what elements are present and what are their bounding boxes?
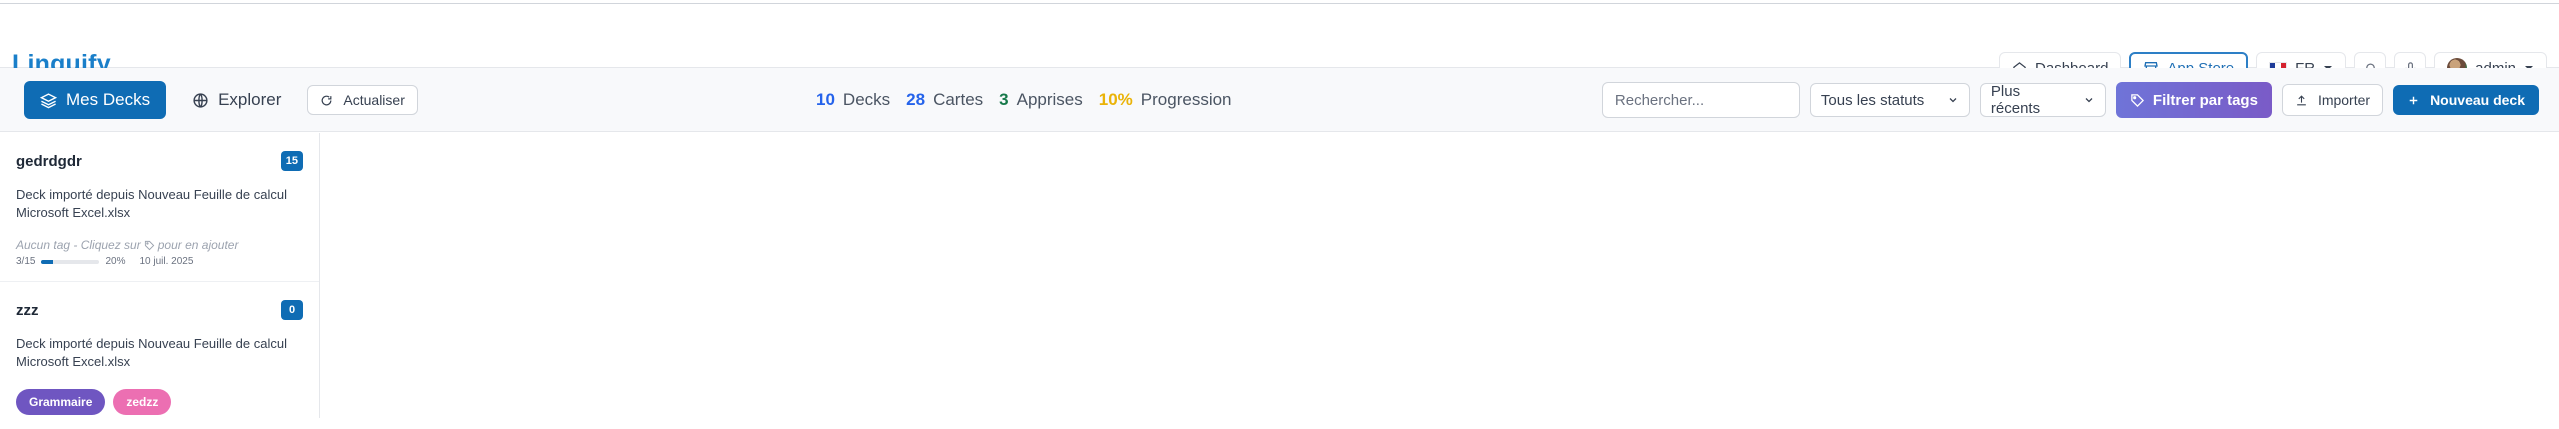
deck-card[interactable]: gedrdgdr 15 Deck importé depuis Nouveau … [0,133,319,282]
deck-tags: Grammaire zedzz [16,389,303,415]
new-deck-label: Nouveau deck [2430,92,2525,108]
toolbar-actions: Tous les statuts Plus récents Filtrer pa… [1601,82,2539,118]
refresh-label: Actualiser [343,92,405,108]
chevron-down-icon [2083,94,2095,106]
globe-icon [192,92,209,109]
stat-value: 28 [906,90,926,109]
plus-icon [2407,94,2420,107]
search-input[interactable] [1601,82,1800,118]
deck-description: Deck importé depuis Nouveau Feuille de c… [16,187,287,220]
tag-chip[interactable]: Grammaire [16,389,106,415]
layers-icon [40,92,57,109]
deck-description: Deck importé depuis Nouveau Feuille de c… [16,336,287,369]
deck-card-count-badge: 15 [280,151,303,171]
deck-stats: 10 Decks 28 Cartes 3 Apprises 10% Progre… [816,90,1232,110]
sort-select[interactable]: Plus récents [1979,83,2106,117]
stat-label: Progression [1140,90,1232,109]
stat-decks: 10 Decks [816,90,890,110]
my-decks-label: Mes Decks [66,90,151,109]
stat-label: Cartes [933,90,984,109]
stat-progress: 10% Progression [1099,90,1232,110]
deck-tag-hint: Aucun tag - Cliquez sur pour en ajouter [16,238,303,252]
deck-tag-hint-text: Aucun tag - Cliquez sur [16,238,141,252]
stat-cards: 28 Cartes [906,90,983,110]
stat-label: Decks [842,90,891,109]
tag-icon[interactable] [144,240,155,251]
deck-name: gedrdgdr [16,153,82,170]
deck-progress: 3/15 20% 10 juil. 2025 [16,256,303,267]
view-switcher: Mes Decks Explorer Actualiser [24,81,418,119]
import-button[interactable]: Importer [2281,84,2384,116]
deck-tag-hint-suffix: pour en ajouter [157,238,239,252]
chevron-down-icon [1947,94,1959,106]
deck-list: gedrdgdr 15 Deck importé depuis Nouveau … [0,133,320,418]
tag-icon [2130,93,2145,108]
explore-label: Explorer [218,90,282,109]
progress-count: 3/15 [16,256,36,267]
deck-date: 10 juil. 2025 [139,256,194,267]
status-filter-select[interactable]: Tous les statuts [1809,83,1970,117]
tag-chip[interactable]: zedzz [113,389,172,415]
refresh-icon [320,94,333,107]
filter-by-tags-label: Filtrer par tags [2152,91,2258,109]
progress-percent: 20% [105,256,126,267]
refresh-button[interactable]: Actualiser [307,85,418,115]
my-decks-tab[interactable]: Mes Decks [24,81,167,119]
deck-name: zzz [16,302,39,319]
import-label: Importer [2317,92,2371,108]
explore-tab[interactable]: Explorer [178,81,295,119]
stat-value: 10 [816,90,835,109]
filter-by-tags-button[interactable]: Filtrer par tags [2115,82,2272,118]
sort-value: Plus récents [1990,83,2041,117]
stat-value: 3 [999,90,1009,109]
deck-card[interactable]: zzz 0 Deck importé depuis Nouveau Feuill… [0,282,319,429]
stat-value: 10% [1098,90,1133,109]
stat-label: Apprises [1016,90,1083,109]
upload-icon [2295,94,2308,107]
app-header: Linguify Dashboard App Store FR [0,4,2559,84]
progress-bar-fill [41,259,54,264]
status-filter-value: Tous les statuts [1820,91,1925,109]
new-deck-button[interactable]: Nouveau deck [2393,85,2539,115]
decks-toolbar: Mes Decks Explorer Actualiser 10 Decks 2… [0,68,2559,132]
stat-learned: 3 Apprises [999,90,1083,110]
progress-bar [41,259,100,264]
deck-card-count-badge: 0 [281,300,303,320]
